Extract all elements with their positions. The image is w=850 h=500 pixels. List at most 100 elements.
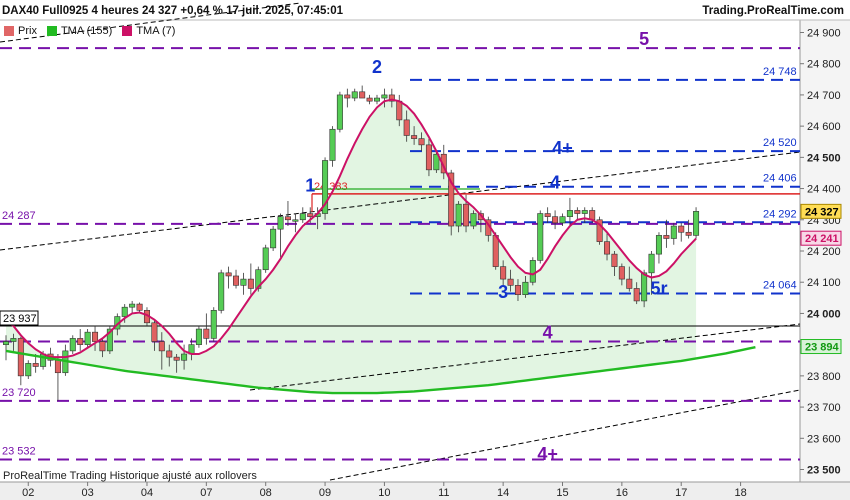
wave-label: 4+: [537, 444, 558, 464]
candle-body: [247, 278, 254, 289]
candle-body: [641, 272, 648, 302]
candle-body: [418, 138, 425, 146]
candle-body: [218, 272, 225, 311]
candle-body: [611, 253, 618, 267]
candle-body: [507, 278, 514, 286]
candle-body: [552, 216, 559, 224]
legend-label-prix: Prix: [18, 24, 37, 37]
price-tag-label: 24 241: [805, 233, 839, 245]
legend-item-tma7[interactable]: TMA (7): [122, 25, 175, 37]
x-tick-label: 14: [497, 487, 509, 499]
candle-body: [99, 341, 106, 352]
wave-label: 2: [372, 57, 382, 77]
candle-body: [69, 338, 76, 352]
x-tick-label: 18: [734, 487, 746, 499]
candle-body: [411, 135, 418, 139]
candle-body: [381, 94, 388, 99]
candle-body: [403, 119, 410, 136]
x-tick-label: 07: [200, 487, 212, 499]
candle-body: [121, 306, 128, 317]
level-label: 24 064: [763, 279, 797, 291]
legend-label-tma7: TMA (7): [136, 24, 176, 37]
price-tag-label: 24 327: [805, 206, 839, 218]
candle-body: [92, 331, 99, 342]
wave-label: 5: [639, 29, 649, 49]
candle-body: [470, 213, 477, 227]
x-tick-label: 09: [319, 487, 331, 499]
x-tick-label: 10: [378, 487, 390, 499]
candle-body: [292, 219, 299, 222]
legend-swatch-tma155: [46, 25, 57, 36]
candle-body: [529, 260, 536, 283]
brand-name[interactable]: Trading.ProRealTime.com: [702, 5, 844, 17]
candle-body: [262, 247, 269, 271]
candle-body: [373, 97, 380, 102]
candle-body: [500, 266, 507, 280]
chart-canvas: 24 90024 80024 70024 60024 50024 40024 3…: [0, 2, 850, 500]
candle-body: [559, 216, 566, 224]
candle-body: [685, 231, 692, 236]
candle-body: [17, 338, 24, 377]
candle-body: [678, 225, 685, 233]
candle-body: [32, 363, 39, 367]
legend-swatch-tma7: [122, 25, 133, 36]
candle-body: [151, 322, 158, 342]
candle-body: [351, 91, 358, 99]
level-label: 24 292: [763, 208, 797, 220]
x-tick-label: 17: [675, 487, 687, 499]
candle-body: [648, 253, 655, 274]
legend: Prix TMA (155) TMA (7): [0, 22, 181, 39]
y-tick-label: 23 600: [807, 433, 841, 445]
price-tag-label: 23 894: [805, 342, 840, 354]
candle-body: [203, 328, 210, 339]
candle-body: [129, 303, 136, 308]
candle-body: [336, 94, 343, 130]
candle-body: [463, 203, 470, 227]
candle-body: [277, 216, 284, 230]
candle-body: [574, 210, 581, 214]
candle-body: [655, 235, 662, 255]
candle-body: [84, 331, 91, 345]
x-axis-panel: [0, 482, 850, 500]
candle-body: [425, 144, 432, 171]
candle-body: [344, 94, 351, 99]
candle-body: [359, 91, 366, 99]
candle-body: [77, 338, 84, 345]
level-label: 23 532: [2, 446, 36, 458]
candle-body: [25, 363, 32, 377]
level-label: 23 720: [2, 387, 36, 399]
candle-body: [2, 341, 10, 345]
chart-title: DAX40 Full0925 4 heures 24 327 +0,64 % 1…: [2, 5, 344, 17]
candle-body: [173, 356, 180, 361]
level-label: 24 520: [763, 137, 797, 149]
candle-body: [581, 210, 588, 214]
y-tick-label: 24 000: [807, 308, 841, 320]
candle-body: [633, 288, 640, 302]
wave-label: 4+: [552, 138, 573, 158]
y-tick-label: 24 800: [807, 59, 841, 71]
legend-swatch-prix: [4, 25, 14, 36]
legend-item-tma155[interactable]: TMA (155): [46, 24, 113, 37]
left-level-label: 23 937: [3, 313, 37, 325]
candle-body: [233, 275, 240, 286]
candle-body: [54, 359, 61, 374]
x-tick-label: 15: [556, 487, 568, 499]
candle-body: [240, 278, 247, 286]
wave-label: 3: [498, 282, 508, 302]
y-tick-label: 24 500: [807, 152, 841, 164]
candle-body: [693, 211, 700, 236]
legend-label-tma155: TMA (155): [60, 24, 113, 37]
y-tick-label: 24 700: [807, 90, 841, 102]
candle-body: [455, 203, 462, 227]
y-tick-label: 24 200: [807, 246, 841, 258]
level-label: 24 287: [2, 210, 36, 222]
x-tick-label: 08: [260, 487, 272, 499]
x-tick-label: 11: [438, 487, 449, 499]
candle-body: [604, 241, 611, 255]
x-tick-label: 03: [81, 487, 93, 499]
y-tick-label: 24 900: [807, 27, 841, 39]
candle-body: [537, 213, 544, 261]
wave-label: 4: [543, 322, 553, 342]
legend-item-prix[interactable]: Prix: [4, 25, 37, 37]
candle-body: [663, 235, 670, 239]
